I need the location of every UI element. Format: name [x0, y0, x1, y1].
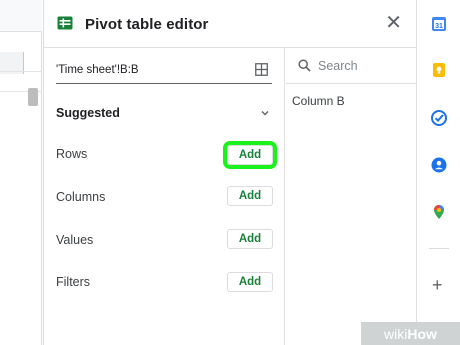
sheet-scrollbar[interactable] — [28, 88, 38, 106]
search-icon — [298, 59, 311, 72]
maps-icon[interactable] — [431, 204, 447, 220]
values-add-button[interactable]: Add — [227, 229, 273, 249]
close-icon[interactable]: ✕ — [385, 13, 402, 33]
chevron-down-icon[interactable] — [260, 108, 270, 118]
rows-label: Rows — [56, 147, 88, 161]
keep-icon[interactable] — [431, 62, 447, 78]
watermark-how: How — [407, 325, 437, 342]
pivot-table-editor: Pivot table editor ✕ 'Time sheet'!B:B Su… — [43, 0, 416, 345]
filters-label: Filters — [56, 275, 91, 289]
select-range-icon[interactable] — [255, 63, 268, 76]
columns-add-button[interactable]: Add — [227, 186, 273, 206]
filters-add-button[interactable]: Add — [227, 272, 273, 292]
add-addon-icon[interactable]: + — [432, 276, 443, 294]
range-value: 'Time sheet'!B:B — [56, 64, 139, 76]
field-search — [286, 48, 416, 84]
editor-settings: 'Time sheet'!B:B Suggested Rows Add Colu… — [44, 48, 285, 345]
spreadsheet-area — [0, 0, 42, 345]
values-label: Values — [56, 233, 94, 247]
sheet-row[interactable] — [0, 52, 42, 72]
side-panel: 31 + — [416, 0, 460, 345]
search-input[interactable] — [318, 56, 410, 76]
suggested-label[interactable]: Suggested — [56, 106, 120, 120]
wikihow-watermark: wiki How — [361, 322, 460, 345]
columns-label: Columns — [56, 190, 106, 204]
editor-header: Pivot table editor ✕ — [44, 0, 416, 48]
calendar-icon[interactable]: 31 — [431, 16, 447, 32]
watermark-wiki: wiki — [384, 325, 408, 342]
contacts-icon[interactable] — [431, 157, 447, 173]
pivot-table-icon — [57, 16, 73, 30]
sidebar-divider — [429, 248, 449, 249]
field-item[interactable]: Column B — [292, 94, 345, 108]
range-field[interactable]: 'Time sheet'!B:B — [56, 58, 272, 84]
field-list: Column B — [286, 48, 416, 345]
editor-title: Pivot table editor — [85, 16, 209, 33]
sheet-header — [0, 0, 42, 32]
rows-add-button[interactable]: Add — [223, 141, 277, 169]
tasks-icon[interactable] — [431, 110, 447, 126]
svg-text:31: 31 — [435, 23, 443, 30]
